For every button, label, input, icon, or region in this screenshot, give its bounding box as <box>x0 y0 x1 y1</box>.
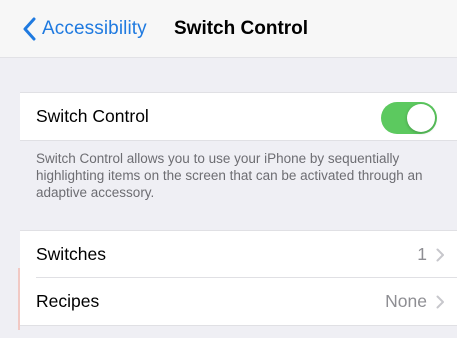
back-button[interactable]: Accessibility <box>22 14 147 44</box>
back-button-label: Accessibility <box>42 18 147 39</box>
navigation-bar: Accessibility Switch Control <box>0 0 457 58</box>
chevron-right-icon <box>436 295 445 309</box>
recipes-row[interactable]: Recipes None <box>20 278 457 326</box>
toggle-knob <box>407 104 435 132</box>
chevron-right-icon <box>436 248 445 262</box>
switch-control-toggle[interactable] <box>381 102 437 134</box>
switch-control-description: Switch Control allows you to use your iP… <box>36 151 423 200</box>
chevron-left-icon <box>22 17 36 41</box>
switches-label: Switches <box>36 244 107 264</box>
page-title: Switch Control <box>174 18 309 39</box>
recipes-value: None <box>385 291 427 311</box>
switches-count: 1 <box>417 244 427 264</box>
switches-row[interactable]: Switches 1 <box>20 230 457 278</box>
settings-screen: Accessibility Switch Control Switch Cont… <box>0 0 457 338</box>
switch-control-row: Switch Control <box>20 92 457 141</box>
